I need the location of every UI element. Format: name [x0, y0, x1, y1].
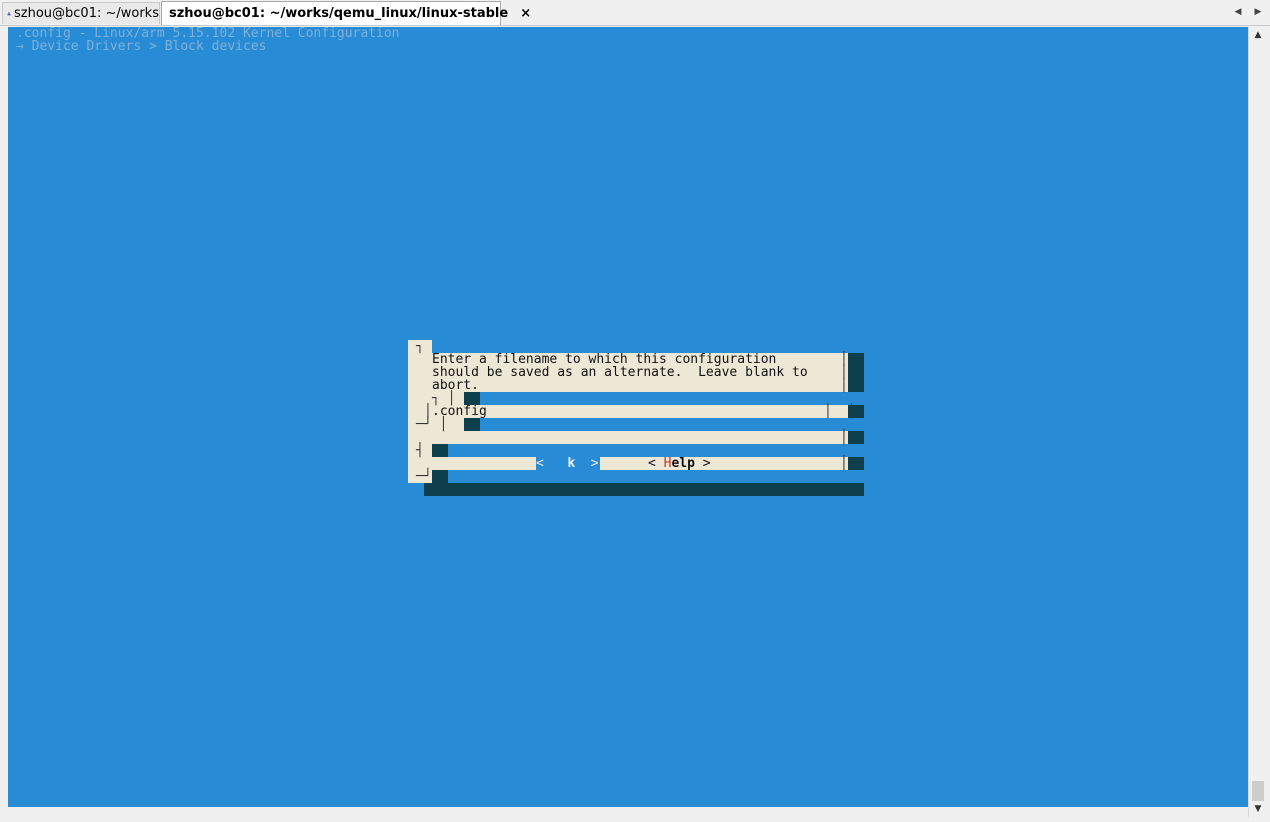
dialog-shadow-right-top	[848, 353, 864, 392]
input-frame-right: │ │	[824, 404, 856, 419]
help-button[interactable]: < Help >	[648, 457, 711, 470]
terminal-bottom-border	[8, 807, 1248, 817]
tab-bar: szhou@bc01: ~/works szhou@bc01: ~/works/…	[0, 0, 1270, 26]
dialog-shadow-right-mid	[848, 431, 864, 444]
input-shadow-bottom	[464, 418, 480, 431]
tab-linux-stable[interactable]: szhou@bc01: ~/works/qemu_linux/linux-sta…	[161, 1, 531, 25]
scrollbar-thumb[interactable]	[1252, 781, 1264, 801]
breadcrumb: → Device Drivers > Block devices	[16, 39, 267, 54]
scroll-down-icon[interactable]: ▼	[1249, 801, 1267, 817]
close-icon[interactable]: ×	[520, 6, 531, 21]
frame-corner: ┐	[416, 339, 424, 354]
ok-button[interactable]: < k >	[536, 457, 599, 470]
frame-right-edge: │	[840, 430, 848, 445]
scroll-up-icon[interactable]: ▲	[1249, 27, 1267, 43]
tab-szhou-works[interactable]: szhou@bc01: ~/works	[2, 2, 160, 24]
tab-label: szhou@bc01: ~/works	[14, 6, 159, 21]
input-frame-bottom: ─┘ │	[416, 417, 448, 432]
scroll-tabs-right-icon[interactable]: ▶	[1250, 4, 1266, 20]
dialog-button-row-right	[600, 457, 848, 470]
frame-separator: ┤	[416, 443, 424, 458]
dialog-spacer-row	[408, 431, 848, 444]
btn-area-shadow-bottom	[432, 470, 448, 483]
dialog-message-line: abort.	[432, 378, 479, 393]
tab-label: szhou@bc01: ~/works/qemu_linux/linux-sta…	[169, 6, 509, 21]
warning-icon	[7, 11, 11, 16]
frame-right-edge: │	[840, 378, 848, 393]
terminal-scrollbar[interactable]: ▲ ▼	[1248, 27, 1267, 817]
dialog-message-line: should be saved as an alternate. Leave b…	[432, 365, 808, 380]
frame-bottom-corner: ─┘	[416, 469, 432, 484]
dialog-shadow-bottom	[424, 483, 864, 496]
frame-right-edge: │	[840, 456, 848, 471]
btn-area-shadow-top	[432, 444, 448, 457]
filename-input[interactable]: .config	[432, 405, 487, 418]
scroll-tabs-left-icon[interactable]: ◀	[1230, 4, 1246, 20]
dialog-shadow-right-btn	[848, 457, 864, 470]
